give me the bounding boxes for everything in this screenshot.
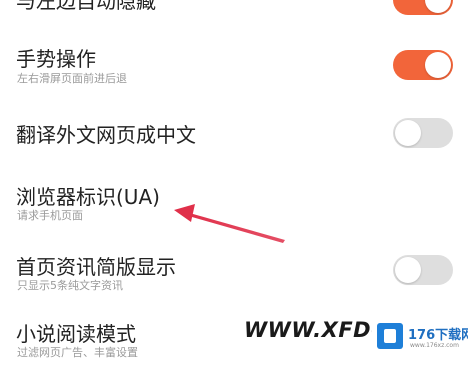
- watermark-badge-label: 176下载网: [408, 328, 468, 343]
- watermark-logo-icon: [377, 323, 403, 349]
- watermark-badge: 176下载网 www.176xz.com: [372, 320, 468, 356]
- settings-screen: 与左边自动隐藏 手势操作 左右滑屏页面前进后退 翻译外文网页成中文 浏览器标识(…: [0, 0, 468, 366]
- watermark-badge-url: www.176xz.com: [410, 342, 459, 349]
- annotation-arrow-icon: [174, 204, 285, 243]
